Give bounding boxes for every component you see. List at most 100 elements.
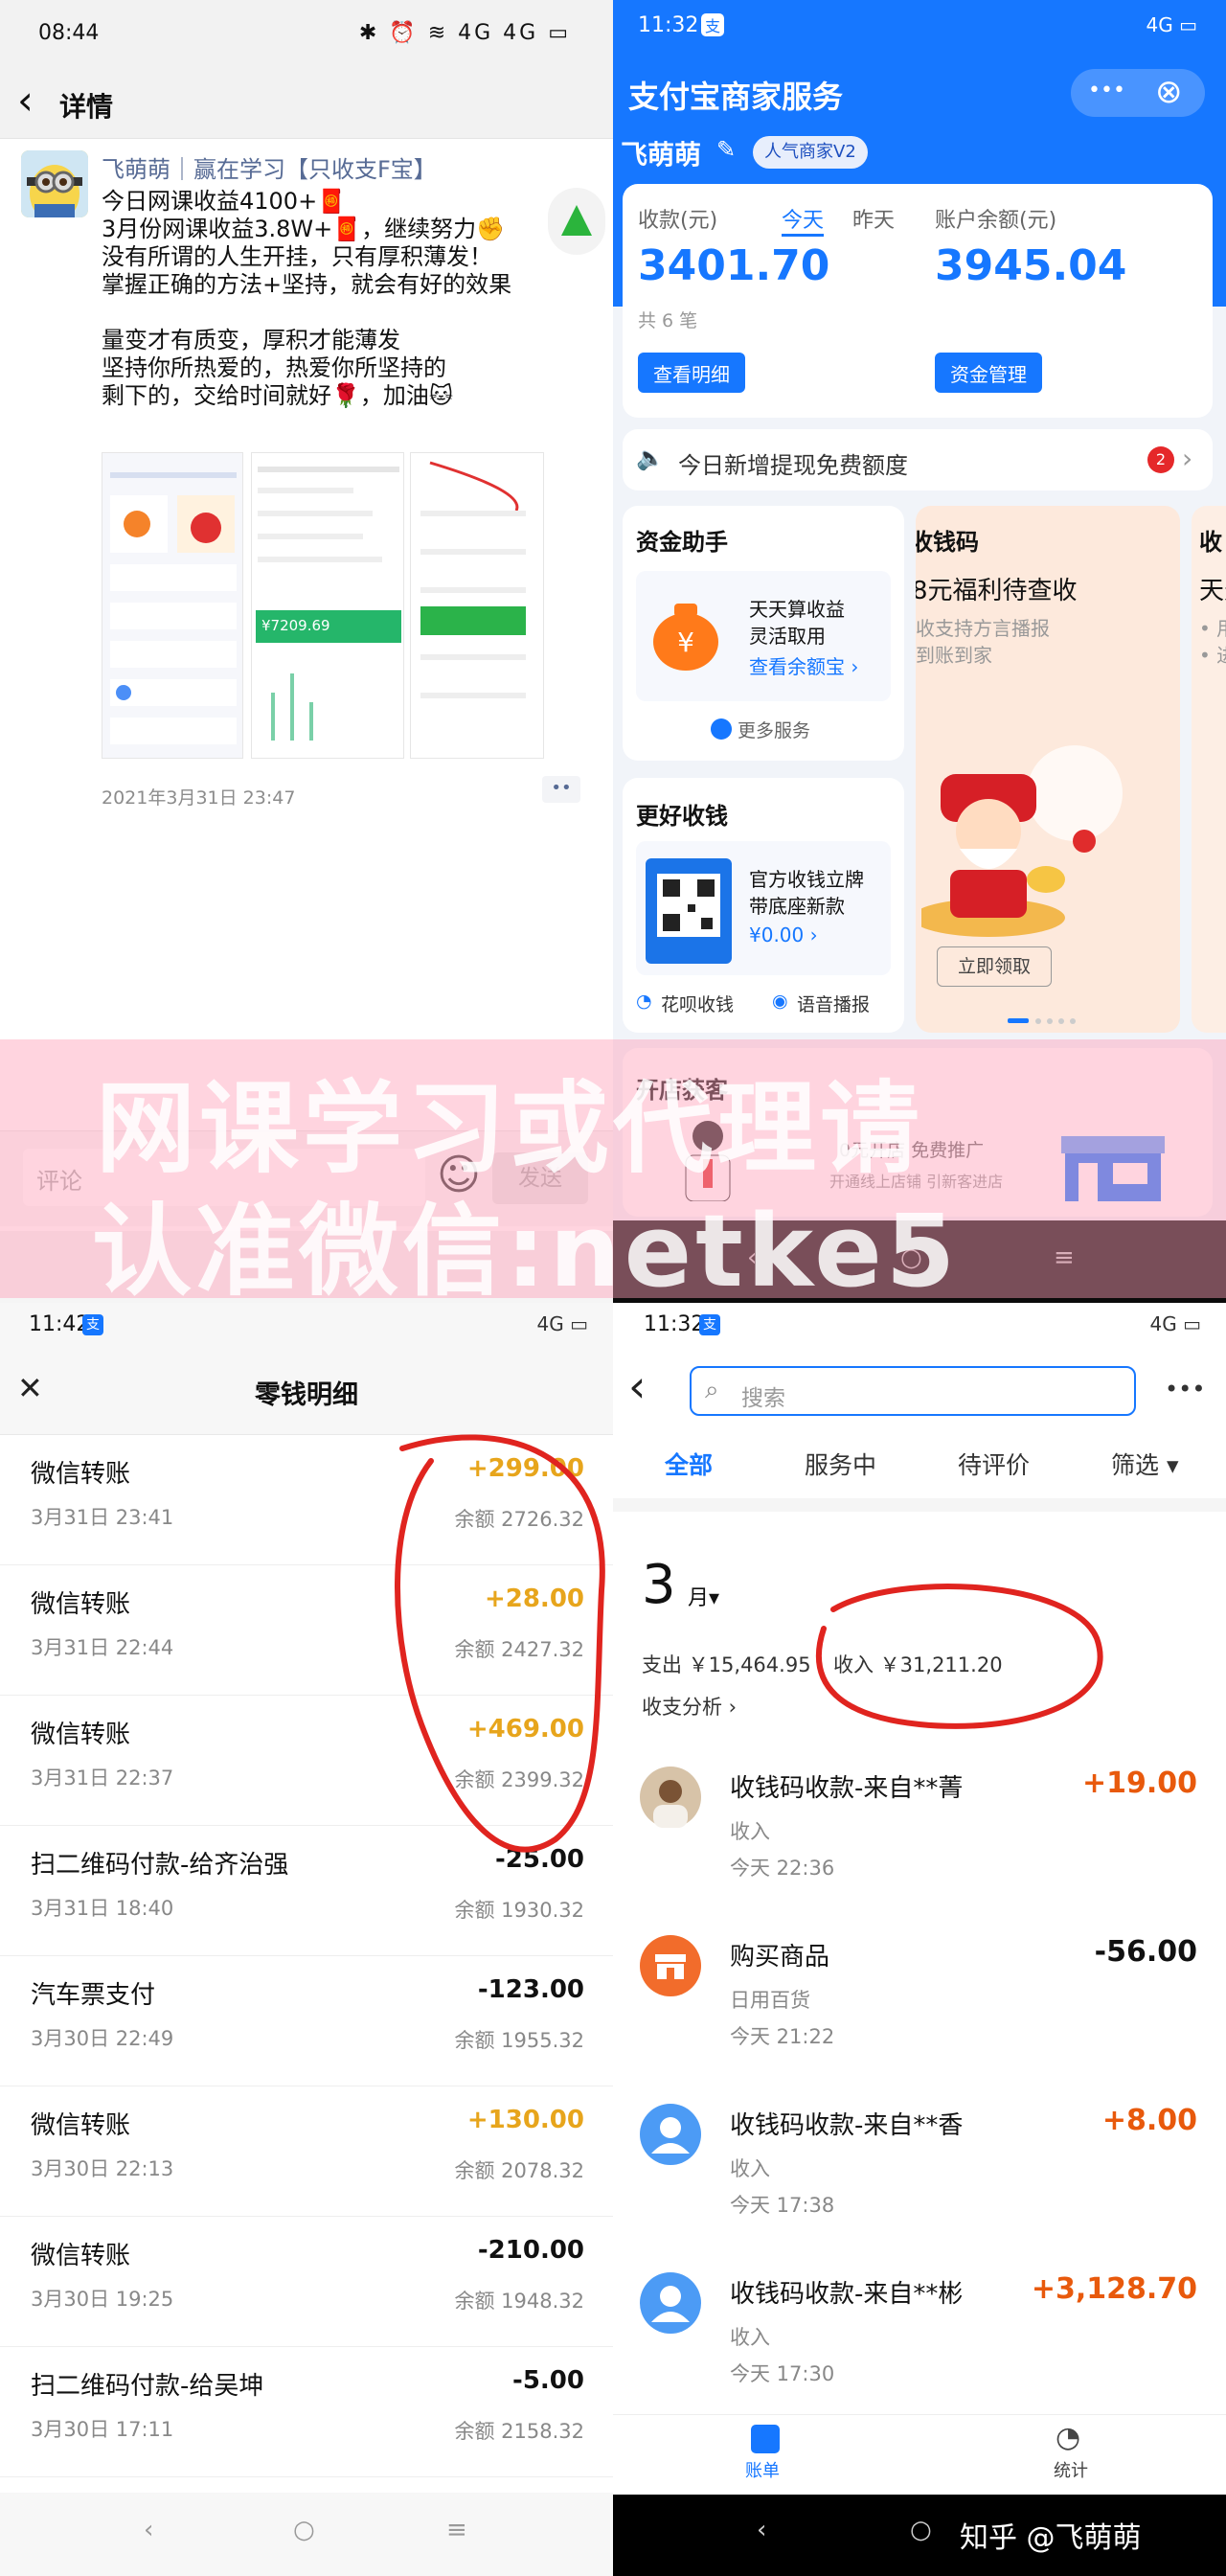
bill-amount: -56.00 xyxy=(1094,1935,1197,1969)
nav-back-icon[interactable]: ‹ xyxy=(144,2516,153,2544)
transaction-title: 微信转账 xyxy=(31,1590,131,1619)
search-placeholder: 搜索 xyxy=(741,1386,785,1411)
nav-menu-icon[interactable]: ≡ xyxy=(1054,1243,1075,1272)
transaction-row[interactable]: 汽车票支付 3月30日 22:49 -123.00 余额 1955.32 xyxy=(0,1956,613,2086)
bill-row[interactable]: 购买商品 日用百货 今天 21:22 -56.00 xyxy=(613,1912,1226,2081)
transaction-amount: +130.00 xyxy=(466,2106,584,2134)
status-icons: 4G ▭ xyxy=(1149,1312,1201,1335)
post-line: 3月份网课收益3.8W+🧧，继续努力✊ xyxy=(102,216,506,242)
post-line: 没有所谓的人生开挂，只有厚积薄发！ xyxy=(102,243,492,270)
transaction-row[interactable]: 微信转账 3月31日 22:37 +469.00 余额 2399.32 xyxy=(0,1696,613,1826)
filter-tabs: 全部 服务中 待评价 筛选 ▾ xyxy=(613,1425,1226,1498)
tab-all[interactable]: 全部 xyxy=(665,1447,713,1481)
fund-helper-card[interactable]: 资金助手 ¥ 天天算收益 灵活取用 查看余额宝 › 更多服务 xyxy=(623,506,904,761)
month-number[interactable]: 3 xyxy=(642,1554,676,1616)
bill-row[interactable]: 收钱码收款-来自**香 收入 今天 17:38 +8.00 xyxy=(613,2081,1226,2249)
better-collect-card[interactable]: 更好收钱 官方收钱立牌 带底座新款 ¥0.00 › ◔ 花呗收钱 ◉ 语音播报 xyxy=(623,778,904,1033)
tab-to-review[interactable]: 待评价 xyxy=(958,1447,1030,1481)
edit-icon[interactable]: ✎ xyxy=(716,136,736,163)
more-icon[interactable]: ••• xyxy=(1165,1376,1205,1402)
better-price[interactable]: ¥0.00 › xyxy=(749,923,818,946)
month-unit[interactable]: 月▾ xyxy=(688,1581,719,1611)
post-line: 坚持你所热爱的，热爱你所坚持的 xyxy=(102,354,446,381)
side-card[interactable]: 收 天天 • 用支 • 进提 xyxy=(1192,506,1226,1033)
tab-bill[interactable]: 账单 xyxy=(745,2457,780,2482)
claim-button[interactable]: 立即领取 xyxy=(937,946,1052,987)
voice-icon: ◉ xyxy=(772,991,788,1012)
post-image[interactable] xyxy=(410,452,544,759)
thumbnail-icon xyxy=(420,461,526,698)
open-shop-card[interactable]: 开店获客 0元开店 免费推广 开通线上店铺 引新客进店 xyxy=(623,1048,1213,1217)
bill-amount: +3,128.70 xyxy=(1031,2272,1197,2306)
back-icon[interactable]: ‹ xyxy=(17,77,34,124)
avatar[interactable] xyxy=(21,150,88,217)
tab-stats[interactable]: 统计 xyxy=(1054,2457,1088,2482)
nav-menu-icon[interactable]: ≡ xyxy=(446,2516,467,2544)
transaction-title: 汽车票支付 xyxy=(31,1981,156,2010)
tab-today[interactable]: 今天 xyxy=(782,203,825,237)
nav-back-icon[interactable]: ‹ xyxy=(757,2516,766,2544)
speaker-icon: 🔈 xyxy=(636,445,665,471)
transaction-row[interactable]: 扫二维码付款-给吴坤 3月30日 17:11 -5.00 余额 2158.32 xyxy=(0,2347,613,2477)
more-icon[interactable]: ••• xyxy=(1088,79,1125,103)
more-actions-button[interactable]: •• xyxy=(542,776,580,803)
nav-home-icon[interactable]: ○ xyxy=(293,2516,315,2544)
tab-in-service[interactable]: 服务中 xyxy=(805,1447,876,1481)
close-icon[interactable]: ⊗ xyxy=(1155,73,1183,111)
transaction-row[interactable]: 微信转账 3月31日 23:41 +299.00 余额 2726.32 xyxy=(0,1435,613,1565)
nav-home-icon[interactable]: ○ xyxy=(910,2516,932,2544)
merchant-screen: 11:32 支 4G ▭ 支付宝商家服务 ••• ⊗ 飞萌萌 ✎ 人气商家V2 … xyxy=(613,0,1226,1303)
huabei-collect[interactable]: 花呗收钱 xyxy=(661,991,734,1016)
svg-text:¥: ¥ xyxy=(677,627,694,658)
transaction-row[interactable]: 微信转账 3月30日 22:13 +130.00 余额 2078.32 xyxy=(0,2086,613,2217)
post-image[interactable] xyxy=(102,452,243,759)
analysis-link[interactable]: 收支分析 › xyxy=(642,1692,737,1721)
more-services-link[interactable]: 更多服务 xyxy=(738,717,810,742)
notice-bar[interactable]: 🔈 今日新增提现免费额度 2 › xyxy=(623,429,1213,490)
promo-card[interactable]: 收钱码 8元福利待查收 收支持方言播报 到账到家 立即领取 xyxy=(916,506,1180,1033)
summary-card: 收款(元) 今天 昨天 账户余额(元) 3401.70 3945.04 共 6 … xyxy=(623,184,1213,418)
merchant-level-badge: 人气商家V2 xyxy=(753,136,868,169)
bill-row[interactable]: 收钱码收款-来自**菁 收入 今天 22:36 +19.00 xyxy=(613,1744,1226,1912)
capsule-menu: ••• ⊗ xyxy=(1071,69,1205,117)
transaction-amount: -123.00 xyxy=(477,1975,584,2004)
transaction-amount: -25.00 xyxy=(494,1845,584,1874)
bill-row[interactable]: 收钱码收款-来自**彬 收入 今天 17:30 +3,128.70 xyxy=(613,2249,1226,2418)
post-image[interactable]: ¥7209.69 xyxy=(251,452,404,759)
view-detail-button[interactable]: 查看明细 xyxy=(638,353,745,393)
back-icon[interactable]: ‹ xyxy=(628,1360,646,1412)
moment-screen: 08:44 ✱ ⏰ ≋ 4G 4G ▭ ‹ 详情 飞萌萌｜赢在学习【只收支F宝】… xyxy=(0,0,613,1303)
transaction-balance: 余额 1930.32 xyxy=(454,1899,584,1922)
search-input[interactable]: ⌕ 搜索 xyxy=(690,1366,1136,1416)
comment-input[interactable]: 评论 xyxy=(23,1149,425,1206)
transaction-row[interactable]: 微信转账 3月31日 22:44 +28.00 余额 2427.32 xyxy=(0,1565,613,1696)
status-time: 11:42 xyxy=(29,1312,90,1336)
status-bar: 11:32 支 4G ▭ xyxy=(613,1303,1226,1349)
transaction-balance: 余额 2158.32 xyxy=(454,2420,584,2443)
nav-home-icon[interactable]: ○ xyxy=(900,1243,922,1272)
chevron-right-icon: › xyxy=(1182,443,1193,474)
stats-tab-icon: ◔ xyxy=(1056,2421,1081,2454)
yuebao-link[interactable]: 查看余额宝 › xyxy=(749,651,858,679)
transaction-row[interactable]: 微信转账 3月30日 19:25 -210.00 余额 1948.32 xyxy=(0,2217,613,2347)
card-title: 开店获客 xyxy=(636,1077,728,1104)
balance-value: 3945.04 xyxy=(935,241,1127,290)
transaction-amount: +28.00 xyxy=(484,1584,584,1613)
store-icon xyxy=(1061,1136,1165,1201)
tab-yesterday[interactable]: 昨天 xyxy=(852,203,895,234)
nav-back-icon[interactable]: ‹ xyxy=(747,1243,757,1272)
emoji-icon[interactable]: ☺ xyxy=(437,1151,481,1199)
float-badge[interactable] xyxy=(548,188,605,255)
transaction-title: 微信转账 xyxy=(31,2242,131,2270)
author-name[interactable]: 飞萌萌｜赢在学习【只收支F宝】 xyxy=(102,150,590,184)
transaction-date: 3月30日 22:13 xyxy=(31,2157,174,2180)
bill-category: 日用百货 xyxy=(730,1989,810,2012)
page-title: 零钱明细 xyxy=(255,1380,358,1410)
dots-icon xyxy=(711,718,732,740)
transaction-row[interactable]: 扫二维码付款-给齐治强 3月31日 18:40 -25.00 余额 1930.32 xyxy=(0,1826,613,1956)
voice-broadcast[interactable]: 语音播报 xyxy=(797,991,870,1016)
tab-filter[interactable]: 筛选 ▾ xyxy=(1111,1447,1179,1481)
income-total: 收入 ￥31,211.20 xyxy=(833,1653,1003,1676)
fund-manage-button[interactable]: 资金管理 xyxy=(935,353,1042,393)
send-button[interactable]: 发送 xyxy=(492,1152,588,1204)
